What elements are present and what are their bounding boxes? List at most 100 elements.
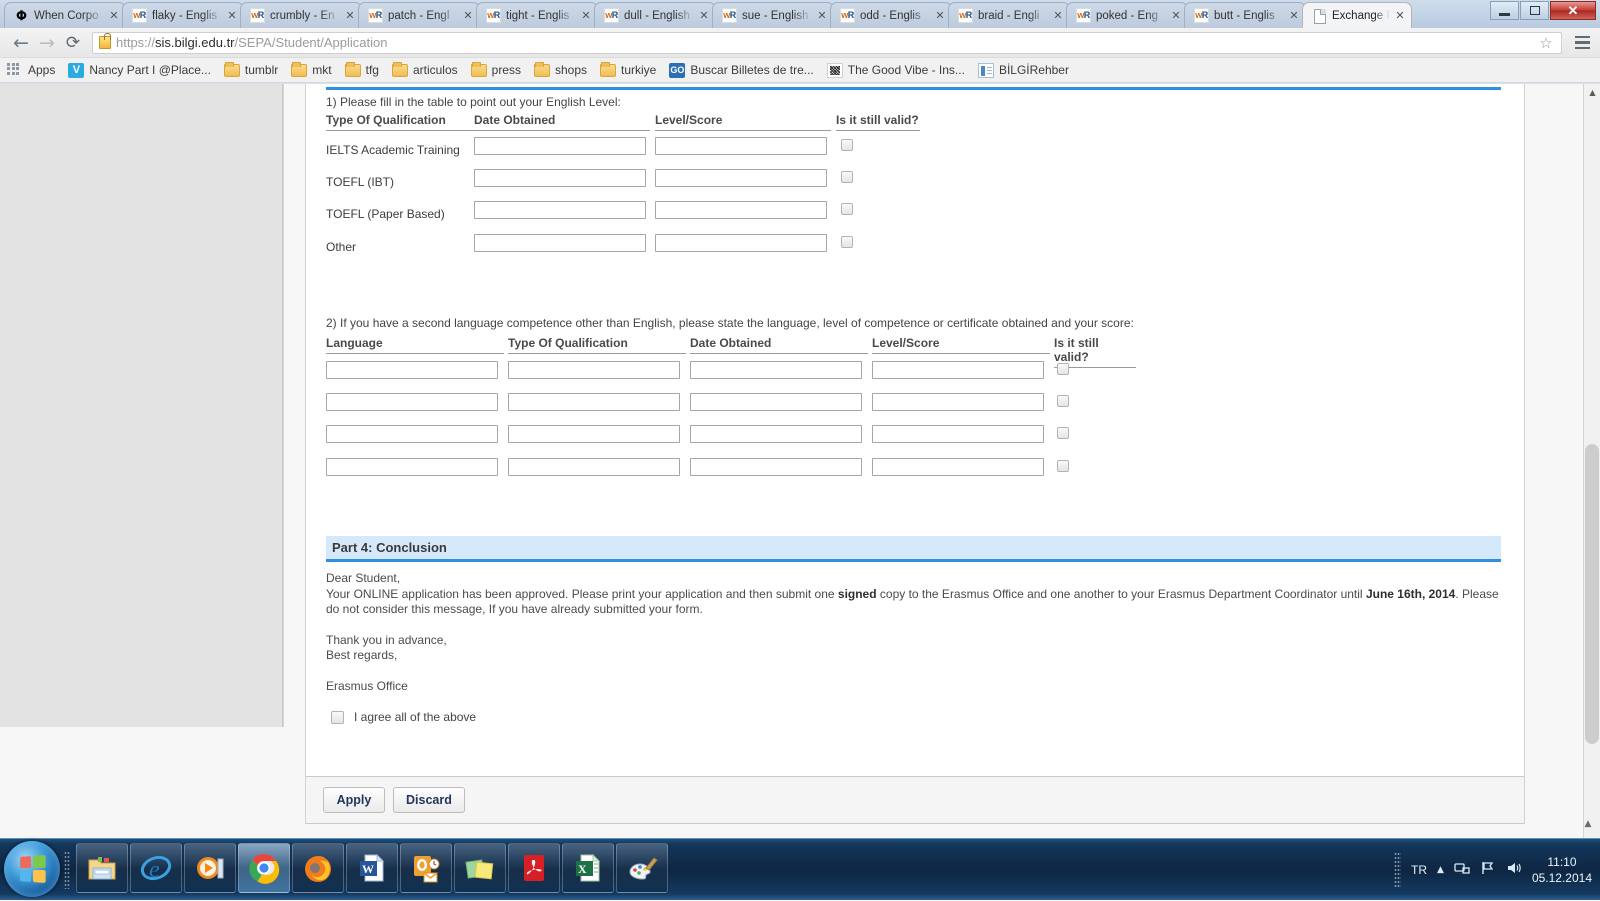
q2-qualification-input[interactable] xyxy=(508,361,680,379)
q2-date-input[interactable] xyxy=(690,458,862,476)
browser-tab[interactable]: wR butt - Englis ✕ xyxy=(1184,2,1306,28)
tab-close-icon[interactable]: ✕ xyxy=(579,9,593,22)
taskbar-item-sticky-notes[interactable] xyxy=(454,843,506,893)
minimize-button[interactable] xyxy=(1490,1,1519,20)
taskbar-item-adobe-reader[interactable] xyxy=(508,843,560,893)
q1-valid-checkbox[interactable] xyxy=(841,139,853,151)
browser-tab[interactable]: wR crumbly - En ✕ xyxy=(240,2,362,28)
q1-valid-checkbox[interactable] xyxy=(841,203,853,215)
tab-close-icon[interactable]: ✕ xyxy=(815,9,829,22)
browser-tab[interactable]: wR flaky - Englis ✕ xyxy=(122,2,244,28)
tab-close-icon[interactable]: ✕ xyxy=(697,9,711,22)
maximize-button[interactable] xyxy=(1520,1,1549,20)
flag-icon[interactable] xyxy=(1480,861,1496,879)
tab-close-icon[interactable]: ✕ xyxy=(461,9,475,22)
q2-level-input[interactable] xyxy=(872,458,1044,476)
q1-level-input[interactable] xyxy=(655,169,827,187)
browser-tab-active[interactable]: Exchange Pr ✕ xyxy=(1302,2,1412,28)
bookmark-press[interactable]: press xyxy=(471,63,521,77)
browser-tab[interactable]: wR odd - Englis ✕ xyxy=(830,2,952,28)
tab-close-icon[interactable]: ✕ xyxy=(225,9,239,22)
chrome-menu-icon[interactable] xyxy=(1570,36,1592,50)
q2-language-input[interactable] xyxy=(326,361,498,379)
bookmark-star-icon[interactable]: ☆ xyxy=(1537,34,1555,52)
q1-valid-checkbox[interactable] xyxy=(841,171,853,183)
close-window-button[interactable]: ✕ xyxy=(1550,1,1596,20)
q2-date-input[interactable] xyxy=(690,393,862,411)
tab-close-icon[interactable]: ✕ xyxy=(107,9,121,22)
taskbar-item-microsoft-paint[interactable] xyxy=(616,843,668,893)
browser-tab[interactable]: wR braid - Engli ✕ xyxy=(948,2,1070,28)
bookmark-nancy[interactable]: V Nancy Part I @Place... xyxy=(68,63,211,78)
q2-qualification-input[interactable] xyxy=(508,425,680,443)
browser-tab[interactable]: wR patch - Engl ✕ xyxy=(358,2,480,28)
q2-qualification-input[interactable] xyxy=(508,393,680,411)
reload-icon[interactable]: ⟳ xyxy=(60,30,86,56)
bookmark-the-good-vibe[interactable]: The Good Vibe - Ins... xyxy=(827,63,965,78)
q2-level-input[interactable] xyxy=(872,425,1044,443)
bookmark-buscar-billetes[interactable]: GO Buscar Billetes de tre... xyxy=(669,63,813,78)
back-icon[interactable]: ← xyxy=(8,30,34,56)
q2-qualification-input[interactable] xyxy=(508,458,680,476)
q1-valid-checkbox[interactable] xyxy=(841,236,853,248)
q1-date-input[interactable] xyxy=(474,201,646,219)
tab-close-icon[interactable]: ✕ xyxy=(343,9,357,22)
q1-date-input[interactable] xyxy=(474,169,646,187)
address-bar[interactable]: https://sis.bilgi.edu.tr/SEPA/Student/Ap… xyxy=(92,32,1562,54)
network-icon[interactable] xyxy=(1454,861,1470,879)
taskbar-item-mozilla-firefox[interactable] xyxy=(292,843,344,893)
taskbar-item-windows-explorer[interactable] xyxy=(76,843,128,893)
tab-close-icon[interactable]: ✕ xyxy=(1287,9,1301,22)
q2-valid-checkbox[interactable] xyxy=(1057,427,1069,439)
show-hidden-icons-icon[interactable]: ▲ xyxy=(1437,865,1444,875)
q1-level-input[interactable] xyxy=(655,234,827,252)
q1-date-input[interactable] xyxy=(474,234,646,252)
tab-close-icon[interactable]: ✕ xyxy=(1393,9,1407,22)
clock[interactable]: 11:10 05.12.2014 xyxy=(1532,854,1592,886)
page-scrollbar[interactable]: ▲ xyxy=(1583,84,1600,838)
taskbar-item-microsoft-word[interactable]: W xyxy=(346,843,398,893)
browser-tab[interactable]: wR sue - English ✕ xyxy=(712,2,834,28)
tab-close-icon[interactable]: ✕ xyxy=(1169,9,1183,22)
q2-valid-checkbox[interactable] xyxy=(1057,363,1069,375)
bookmark-turkiye[interactable]: turkiye xyxy=(600,63,656,77)
scroll-up-icon[interactable]: ▲ xyxy=(1584,84,1600,101)
tab-close-icon[interactable]: ✕ xyxy=(1051,9,1065,22)
browser-tab[interactable]: wR tight - Englis ✕ xyxy=(476,2,598,28)
agree-row[interactable]: I agree all of the above xyxy=(331,710,476,724)
taskbar-item-microsoft-outlook[interactable] xyxy=(400,843,452,893)
tab-close-icon[interactable]: ✕ xyxy=(933,9,947,22)
taskbar-grip[interactable] xyxy=(64,851,70,889)
q2-valid-checkbox[interactable] xyxy=(1057,395,1069,407)
bookmark-apps[interactable]: Apps xyxy=(7,63,55,78)
taskbar-item-microsoft-excel[interactable]: X xyxy=(562,843,614,893)
start-button[interactable] xyxy=(4,841,60,897)
bookmark-shops[interactable]: shops xyxy=(534,63,587,77)
q1-level-input[interactable] xyxy=(655,137,827,155)
q2-valid-checkbox[interactable] xyxy=(1057,460,1069,472)
tray-language[interactable]: TR xyxy=(1411,863,1427,877)
scrollbar-thumb[interactable] xyxy=(1585,444,1599,744)
bookmark-bilgirehber[interactable]: BİLGİRehber xyxy=(978,63,1069,78)
volume-icon[interactable] xyxy=(1506,861,1522,879)
q2-language-input[interactable] xyxy=(326,425,498,443)
q2-language-input[interactable] xyxy=(326,393,498,411)
q1-level-input[interactable] xyxy=(655,201,827,219)
bookmark-articulos[interactable]: articulos xyxy=(392,63,458,77)
browser-tab[interactable]: 𝚽 When Corpo ✕ xyxy=(4,2,126,28)
q2-date-input[interactable] xyxy=(690,361,862,379)
q2-date-input[interactable] xyxy=(690,425,862,443)
agree-checkbox[interactable] xyxy=(331,711,344,724)
apply-button[interactable]: Apply xyxy=(323,787,385,813)
q1-date-input[interactable] xyxy=(474,137,646,155)
browser-tab[interactable]: wR poked - Eng ✕ xyxy=(1066,2,1188,28)
bookmark-mkt[interactable]: mkt xyxy=(291,63,331,77)
browser-tab[interactable]: wR dull - English ✕ xyxy=(594,2,716,28)
q2-level-input[interactable] xyxy=(872,361,1044,379)
discard-button[interactable]: Discard xyxy=(393,787,465,813)
taskbar-item-windows-media-player[interactable] xyxy=(184,843,236,893)
bookmark-tumblr[interactable]: tumblr xyxy=(224,63,278,77)
q2-language-input[interactable] xyxy=(326,458,498,476)
taskbar-item-google-chrome[interactable] xyxy=(238,843,290,893)
taskbar-item-internet-explorer[interactable]: e xyxy=(130,843,182,893)
